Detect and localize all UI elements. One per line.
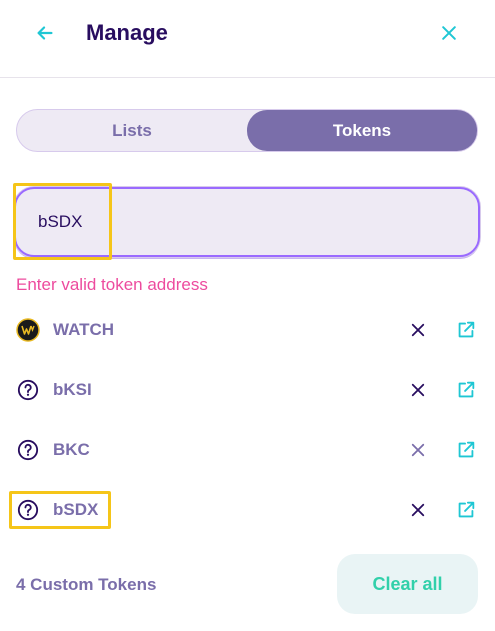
help-circle-icon xyxy=(16,498,40,522)
remove-token-button[interactable] xyxy=(406,498,430,522)
token-name: WATCH xyxy=(53,320,115,339)
watch-logo-icon xyxy=(16,318,40,342)
token-name: bKSI xyxy=(53,380,92,399)
view-token-link[interactable] xyxy=(454,318,478,342)
help-circle-icon xyxy=(16,378,40,402)
token-name: bSDX xyxy=(53,500,99,519)
custom-token-count: 4 Custom Tokens xyxy=(16,575,157,594)
help-circle-icon xyxy=(16,438,40,462)
token-row: WATCH xyxy=(16,310,478,350)
close-icon xyxy=(411,503,425,517)
token-row: BKC xyxy=(16,430,478,470)
clear-all-button[interactable]: Clear all xyxy=(337,554,478,614)
close-icon xyxy=(411,383,425,397)
remove-token-button[interactable] xyxy=(406,318,430,342)
view-token-link[interactable] xyxy=(454,438,478,462)
open-new-icon xyxy=(458,381,475,398)
open-new-icon xyxy=(458,441,475,458)
view-token-link[interactable] xyxy=(454,378,478,402)
modal-title: Manage xyxy=(86,20,168,45)
back-button[interactable] xyxy=(30,18,60,48)
close-icon xyxy=(442,26,456,40)
tab-lists[interactable]: Lists xyxy=(17,110,247,151)
arrow-left-icon xyxy=(37,26,53,40)
remove-token-button[interactable] xyxy=(406,438,430,462)
modal-header: Manage xyxy=(0,0,495,78)
tab-tokens[interactable]: Tokens xyxy=(247,110,477,151)
close-icon xyxy=(411,323,425,337)
token-name: BKC xyxy=(53,440,90,459)
open-new-icon xyxy=(458,501,475,518)
token-row: bSDX xyxy=(16,490,478,530)
tab-switcher: Lists Tokens xyxy=(16,109,478,152)
close-icon xyxy=(411,443,425,457)
token-search-field xyxy=(14,187,480,257)
token-search-input[interactable] xyxy=(24,193,464,251)
close-button[interactable] xyxy=(434,18,464,48)
error-message: Enter valid token address xyxy=(16,275,208,294)
open-new-icon xyxy=(458,321,475,338)
view-token-link[interactable] xyxy=(454,498,478,522)
token-row: bKSI xyxy=(16,370,478,410)
remove-token-button[interactable] xyxy=(406,378,430,402)
